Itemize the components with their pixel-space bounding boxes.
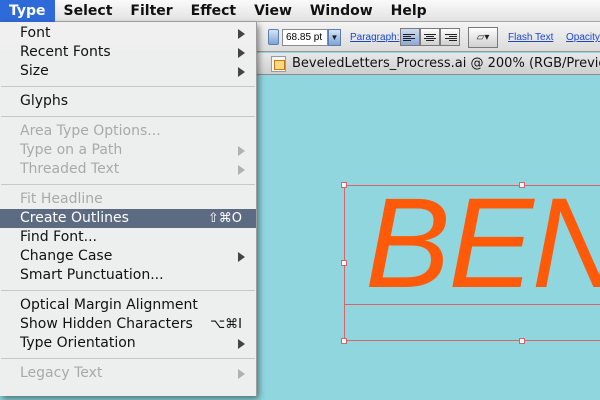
menu-item-font[interactable]: Font (0, 24, 256, 43)
menu-item-recent-fonts[interactable]: Recent Fonts (0, 43, 256, 62)
handle-bottom-left[interactable] (341, 338, 347, 344)
menu-item-optical-margin-alignment[interactable]: Optical Margin Alignment (0, 296, 256, 315)
menu-item-label: Recent Fonts (20, 44, 111, 60)
text-baseline (344, 304, 600, 305)
align-right-button[interactable] (440, 28, 460, 46)
handle-top-middle[interactable] (519, 182, 525, 188)
menu-item-show-hidden-characters[interactable]: Show Hidden Characters ⌥⌘I (0, 315, 256, 334)
menu-item-label: Smart Punctuation... (20, 267, 164, 283)
handle-bottom-middle[interactable] (519, 338, 525, 344)
handle-top-left[interactable] (341, 182, 347, 188)
document-icon (271, 56, 286, 72)
menu-item-label: Show Hidden Characters (20, 316, 193, 332)
menu-bar: Type Select Filter Effect View Window He… (0, 0, 600, 22)
menu-item-label: Legacy Text (20, 365, 103, 381)
envelope-warp-icon[interactable]: ▱▾ (468, 27, 498, 48)
font-size-stepper[interactable] (268, 29, 279, 45)
keyboard-shortcut: ⌥⌘I (210, 317, 242, 332)
menu-item-label: Change Case (20, 248, 113, 264)
menu-select[interactable]: Select (55, 0, 122, 22)
menu-item-label: Type Orientation (20, 335, 136, 351)
align-left-button[interactable] (400, 28, 420, 46)
menu-item-label: Find Font... (20, 229, 97, 245)
menu-item-legacy-text: Legacy Text (0, 364, 256, 383)
handle-middle-left[interactable] (341, 260, 347, 266)
menu-separator (0, 179, 256, 190)
menu-item-label: Fit Headline (20, 191, 103, 207)
flash-text-link[interactable]: Flash Text (508, 32, 553, 43)
submenu-arrow-icon (238, 369, 245, 379)
menu-separator (0, 111, 256, 122)
menu-item-smart-punctuation[interactable]: Smart Punctuation... (0, 266, 256, 285)
menu-item-change-case[interactable]: Change Case (0, 247, 256, 266)
menu-separator (0, 285, 256, 296)
menu-item-type-on-a-path: Type on a Path (0, 141, 256, 160)
menu-item-find-font[interactable]: Find Font... (0, 228, 256, 247)
type-menu-dropdown: Font Recent Fonts Size Glyphs Area Type … (0, 22, 257, 396)
opacity-link[interactable]: Opacity (566, 32, 600, 43)
menu-item-label: Threaded Text (20, 161, 120, 177)
menu-item-create-outlines[interactable]: Create Outlines ⇧⌘O (0, 209, 256, 228)
menu-item-fit-headline: Fit Headline (0, 190, 256, 209)
selection-bounding-box[interactable] (344, 185, 600, 341)
keyboard-shortcut: ⇧⌘O (207, 211, 242, 226)
menu-item-label: Area Type Options... (20, 123, 161, 139)
align-center-button[interactable] (420, 28, 440, 46)
menu-item-label: Create Outlines (20, 210, 129, 226)
submenu-arrow-icon (238, 29, 245, 39)
menu-item-area-type-options: Area Type Options... (0, 122, 256, 141)
document-tab[interactable]: BeveledLetters_Procress.ai @ 200% (RGB/P… (257, 53, 600, 75)
menu-view[interactable]: View (245, 0, 301, 22)
submenu-arrow-icon (238, 146, 245, 156)
artboard-canvas[interactable]: BEN (257, 76, 600, 400)
menu-item-label: Glyphs (20, 93, 69, 109)
menu-separator (0, 353, 256, 364)
submenu-arrow-icon (238, 48, 245, 58)
menu-window[interactable]: Window (301, 0, 382, 22)
menu-item-threaded-text: Threaded Text (0, 160, 256, 179)
paragraph-alignment (400, 28, 460, 46)
menu-item-type-orientation[interactable]: Type Orientation (0, 334, 256, 353)
menu-item-size[interactable]: Size (0, 62, 256, 81)
menu-help[interactable]: Help (382, 0, 436, 22)
submenu-arrow-icon (238, 339, 245, 349)
font-size-field[interactable]: 68.85 pt (282, 29, 328, 46)
submenu-arrow-icon (238, 165, 245, 175)
menu-item-glyphs[interactable]: Glyphs (0, 92, 256, 111)
document-title: BeveledLetters_Procress.ai @ 200% (RGB/P… (292, 56, 600, 71)
menu-separator (0, 81, 256, 92)
submenu-arrow-icon (238, 252, 245, 262)
font-size-dropdown[interactable]: ▼ (328, 29, 341, 46)
menu-effect[interactable]: Effect (182, 0, 245, 22)
menu-item-label: Optical Margin Alignment (20, 297, 198, 313)
menu-item-label: Type on a Path (20, 142, 123, 158)
menu-item-label: Font (20, 25, 51, 41)
submenu-arrow-icon (238, 67, 245, 77)
paragraph-link[interactable]: Paragraph: (350, 32, 399, 43)
menu-type[interactable]: Type (0, 0, 55, 22)
menu-filter[interactable]: Filter (121, 0, 181, 22)
menu-item-label: Size (20, 63, 49, 79)
